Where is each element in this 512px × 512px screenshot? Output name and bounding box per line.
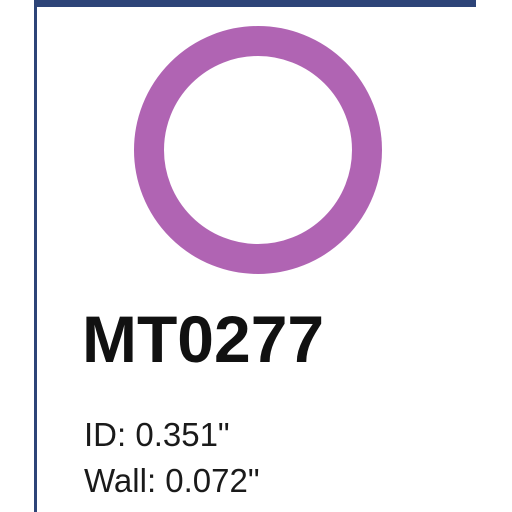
spec-wall: Wall: 0.072" xyxy=(84,464,260,497)
spec-wall-value: 0.072" xyxy=(165,462,260,499)
spec-wall-label: Wall: xyxy=(84,462,157,499)
spec-id-label: ID: xyxy=(84,416,127,453)
part-number: MT0277 xyxy=(82,302,325,376)
spec-id: ID: 0.351" xyxy=(84,418,230,451)
product-card: MT0277 ID: 0.351" Wall: 0.072" xyxy=(0,0,512,512)
o-ring-image xyxy=(134,26,382,274)
top-border xyxy=(34,0,476,7)
spec-id-value: 0.351" xyxy=(135,416,230,453)
left-border xyxy=(34,0,37,512)
